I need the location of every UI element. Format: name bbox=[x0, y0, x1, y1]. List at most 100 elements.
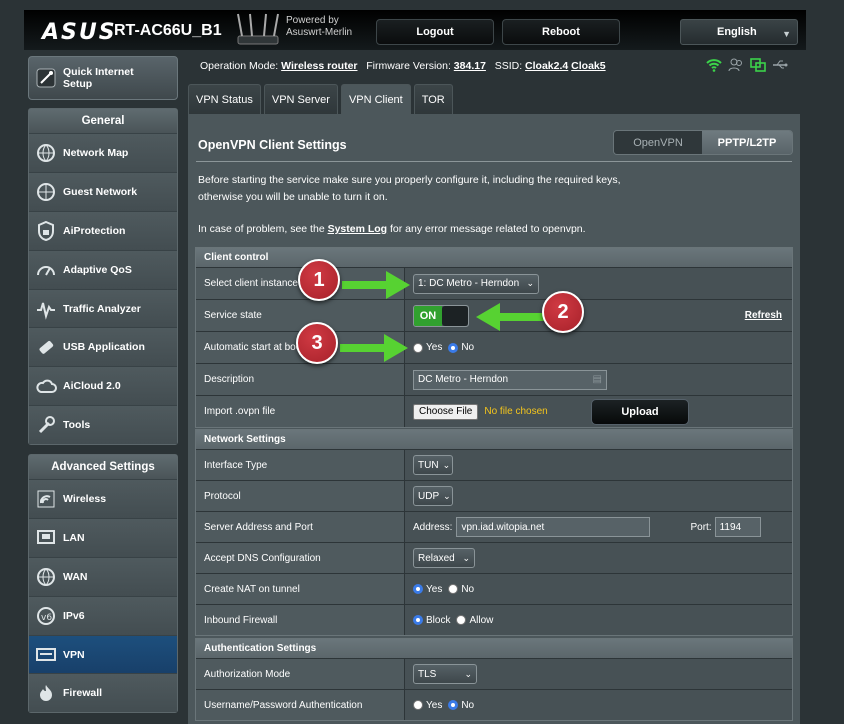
description-input[interactable]: DC Metro - Herndon ▤ bbox=[413, 369, 607, 390]
userpass-label: Username/Password Authentication bbox=[196, 690, 405, 720]
autostart-no-radio[interactable]: No bbox=[448, 342, 474, 353]
wrench-icon bbox=[29, 414, 63, 436]
ssid-5-link[interactable]: Cloak5 bbox=[571, 60, 605, 72]
annotation-badge-2: 2 bbox=[542, 291, 584, 333]
annotation-arrow-1 bbox=[342, 271, 410, 299]
userpass-yes-radio[interactable]: Yes bbox=[413, 700, 442, 711]
usb-icon bbox=[29, 336, 63, 358]
description-label: Description bbox=[196, 364, 405, 395]
logout-button[interactable]: Logout bbox=[376, 19, 494, 45]
no-file-text: No file chosen bbox=[484, 406, 548, 417]
firmware-version-link[interactable]: 384.17 bbox=[454, 60, 486, 72]
pptp-l2tp-button[interactable]: PPTP/L2TP bbox=[702, 131, 792, 154]
protocol-switch: OpenVPN PPTP/L2TP bbox=[613, 130, 793, 155]
sidebar-item-wireless[interactable]: Wireless bbox=[29, 479, 177, 518]
tab-vpn-client[interactable]: VPN Client bbox=[340, 84, 411, 114]
status-bar: Operation Mode: Wireless router Firmware… bbox=[200, 60, 606, 72]
powered-by-text: Powered by Asuswrt-Merlin bbox=[286, 15, 353, 38]
server-address-input[interactable]: vpn.iad.witopia.net bbox=[456, 517, 651, 537]
accept-dns-select[interactable]: Relaxed ⌄ bbox=[413, 548, 475, 568]
network-map-icon bbox=[29, 142, 63, 164]
system-log-link[interactable]: System Log bbox=[328, 223, 388, 235]
sidebar-item-lan[interactable]: LAN bbox=[29, 517, 177, 557]
wan-icon bbox=[29, 566, 63, 588]
sidebar-item-usb-application[interactable]: USB Application bbox=[29, 327, 177, 367]
ssid-24-link[interactable]: Cloak2.4 bbox=[525, 60, 568, 72]
auth-mode-label: Authorization Mode bbox=[196, 659, 405, 689]
top-banner: ASUS RT-AC66U_B1 Powered by Asuswrt-Merl… bbox=[24, 10, 806, 50]
protocol-select[interactable]: UDP ⌄ bbox=[413, 486, 453, 506]
auth-settings-heading: Authentication Settings bbox=[196, 639, 792, 658]
globe-icon bbox=[29, 181, 63, 203]
network-settings-heading: Network Settings bbox=[196, 430, 792, 449]
wifi-status-icon[interactable] bbox=[706, 58, 722, 72]
advanced-menu: Advanced Settings Wireless LAN WAN v6 IP… bbox=[28, 454, 178, 714]
ipv6-icon: v6 bbox=[29, 605, 63, 627]
firewall-block-radio[interactable]: Block bbox=[413, 615, 450, 626]
nat-no-radio[interactable]: No bbox=[448, 584, 474, 595]
magic-wand-icon bbox=[29, 66, 63, 90]
nat-yes-radio[interactable]: Yes bbox=[413, 584, 442, 595]
network-status-icon[interactable] bbox=[750, 58, 766, 72]
client-control-table: Client control Select client instance 1:… bbox=[195, 247, 793, 428]
openvpn-button[interactable]: OpenVPN bbox=[614, 131, 703, 154]
protocol-label: Protocol bbox=[196, 481, 405, 511]
clients-status-icon[interactable] bbox=[728, 58, 744, 72]
reboot-button[interactable]: Reboot bbox=[502, 19, 620, 45]
server-address-label: Server Address and Port bbox=[196, 512, 405, 542]
vpn-tabs: VPN Status VPN Server VPN Client TOR bbox=[188, 84, 453, 114]
auth-mode-select[interactable]: TLS ⌄ bbox=[413, 664, 477, 684]
sidebar-item-firewall[interactable]: Firewall bbox=[29, 673, 177, 713]
wireless-icon bbox=[29, 488, 63, 510]
tab-tor[interactable]: TOR bbox=[413, 84, 453, 114]
choose-file-button[interactable]: Choose File bbox=[413, 403, 479, 420]
service-state-label: Service state bbox=[196, 300, 405, 331]
import-label: Import .ovpn file bbox=[196, 396, 405, 427]
tab-vpn-server[interactable]: VPN Server bbox=[263, 84, 338, 114]
sidebar-item-network-map[interactable]: Network Map bbox=[29, 133, 177, 172]
annotation-badge-1: 1 bbox=[298, 259, 340, 301]
language-select[interactable]: English ▼ bbox=[680, 19, 798, 45]
network-settings-table: Network Settings Interface Type TUN ⌄ Pro… bbox=[195, 429, 793, 636]
advanced-heading: Advanced Settings bbox=[29, 455, 177, 479]
upload-button[interactable]: Upload bbox=[591, 398, 689, 425]
sidebar-item-adaptive-qos[interactable]: Adaptive QoS bbox=[29, 249, 177, 289]
operation-mode-link[interactable]: Wireless router bbox=[281, 60, 357, 72]
interface-type-label: Interface Type bbox=[196, 450, 405, 480]
refresh-link[interactable]: Refresh bbox=[745, 310, 782, 321]
usb-status-icon[interactable] bbox=[772, 58, 788, 72]
sidebar-item-guest-network[interactable]: Guest Network bbox=[29, 171, 177, 211]
auth-settings-table: Authentication Settings Authorization Mo… bbox=[195, 638, 793, 721]
server-port-input[interactable]: 1194 bbox=[714, 517, 761, 537]
svg-text:v6: v6 bbox=[41, 613, 52, 623]
lan-icon bbox=[29, 527, 63, 549]
userpass-no-radio[interactable]: No bbox=[448, 700, 474, 711]
cloud-icon bbox=[29, 375, 63, 397]
sidebar-item-vpn[interactable]: VPN bbox=[29, 634, 177, 674]
vpn-icon bbox=[29, 644, 63, 666]
general-menu: General Network Map Guest Network AiProt… bbox=[28, 108, 178, 446]
tab-vpn-status[interactable]: VPN Status bbox=[188, 84, 261, 114]
accept-dns-label: Accept DNS Configuration bbox=[196, 543, 405, 573]
sidebar-item-wan[interactable]: WAN bbox=[29, 556, 177, 596]
firewall-allow-radio[interactable]: Allow bbox=[456, 615, 493, 626]
create-nat-label: Create NAT on tunnel bbox=[196, 574, 405, 604]
client-control-heading: Client control bbox=[196, 248, 792, 267]
service-state-toggle[interactable]: ON bbox=[413, 304, 469, 327]
sidebar-item-tools[interactable]: Tools bbox=[29, 405, 177, 445]
chevron-down-icon: ▼ bbox=[782, 29, 791, 39]
page-title: OpenVPN Client Settings bbox=[198, 138, 347, 152]
sidebar-item-ipv6[interactable]: v6 IPv6 bbox=[29, 595, 177, 635]
annotation-arrow-3 bbox=[340, 334, 408, 362]
quick-internet-setup-button[interactable]: Quick Internet Setup bbox=[28, 56, 178, 100]
sidebar-item-traffic-analyzer[interactable]: Traffic Analyzer bbox=[29, 288, 177, 328]
intro-text: Before starting the service make sure yo… bbox=[198, 174, 621, 203]
sidebar-item-aicloud[interactable]: AiCloud 2.0 bbox=[29, 366, 177, 406]
interface-type-select[interactable]: TUN ⌄ bbox=[413, 455, 453, 475]
autostart-yes-radio[interactable]: Yes bbox=[413, 342, 442, 353]
sidebar-item-aiprotection[interactable]: AiProtection bbox=[29, 210, 177, 250]
firewall-icon bbox=[29, 682, 63, 704]
gauge-icon bbox=[29, 259, 63, 281]
client-instance-select[interactable]: 1: DC Metro - Herndon ⌄ bbox=[413, 273, 539, 294]
router-model: RT-AC66U_B1 bbox=[114, 22, 222, 39]
